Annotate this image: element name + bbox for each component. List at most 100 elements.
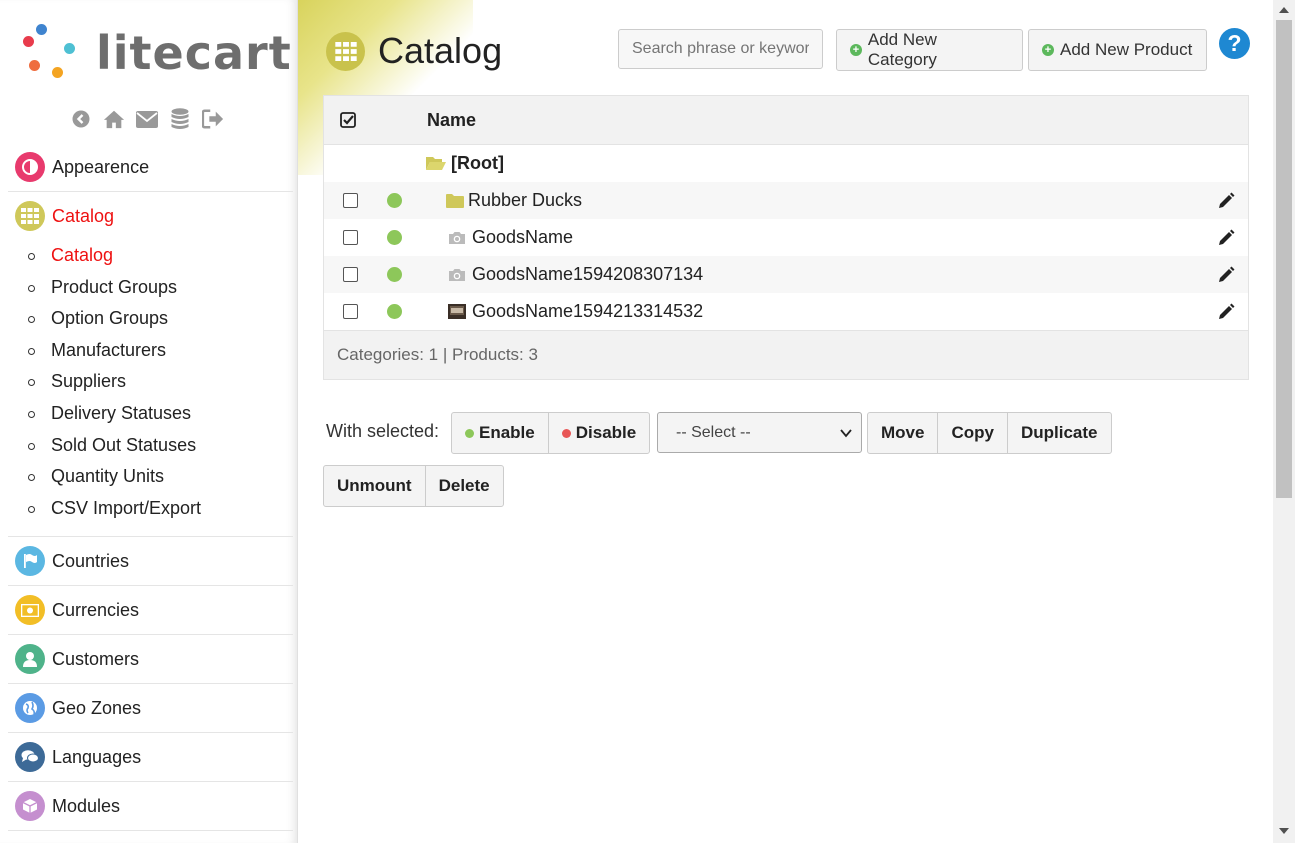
catalog-submenu: Catalog Product Groups Option Groups Man…	[8, 240, 293, 536]
app-catalog-head[interactable]: Catalog	[8, 192, 293, 240]
status-enabled-dot	[387, 304, 402, 319]
table-row[interactable]: GoodsName1594213314532	[324, 293, 1248, 330]
duplicate-button[interactable]: Duplicate	[1008, 413, 1111, 453]
table-row[interactable]: GoodsName	[324, 219, 1248, 256]
camera-icon	[449, 268, 465, 281]
app-label: Geo Zones	[52, 697, 142, 718]
chevron-down-icon	[840, 426, 852, 444]
category-select[interactable]: -- Select --	[657, 412, 862, 453]
disabled-dot-icon	[561, 428, 571, 438]
page-scrollbar[interactable]	[1273, 0, 1295, 843]
page-title: Catalog	[378, 30, 503, 71]
scrollbar-thumb[interactable]	[1276, 20, 1292, 498]
row-checkbox[interactable]	[343, 267, 358, 282]
root-item[interactable]: [Root]	[426, 153, 504, 174]
sidebar-item-csv-import-export[interactable]: CSV Import/Export	[8, 493, 293, 525]
add-new-category-label: Add New Category	[867, 30, 937, 69]
copy-button[interactable]: Copy	[938, 413, 1008, 453]
scroll-up-arrow[interactable]	[1279, 7, 1289, 13]
sidebar-item-manufacturers[interactable]: Manufacturers	[8, 335, 293, 367]
logo-dot	[64, 43, 75, 54]
disable-label: Disable	[575, 423, 637, 442]
flag-icon	[15, 546, 45, 577]
disable-button[interactable]: Disable	[549, 413, 649, 453]
app-countries-head[interactable]: Countries	[8, 537, 293, 585]
move-copy-button-group: Move Copy Duplicate	[867, 412, 1112, 454]
row-checkbox[interactable]	[343, 304, 358, 319]
move-button[interactable]: Move	[868, 413, 939, 453]
table-header: Name	[324, 96, 1248, 145]
app-appearance[interactable]: Appearence	[8, 143, 293, 192]
sidebar-item-catalog[interactable]: Catalog	[8, 240, 293, 272]
root-row[interactable]: [Root]	[324, 145, 1248, 182]
app-modules-head[interactable]: Modules	[8, 782, 293, 830]
root-label: [Root]	[451, 153, 504, 173]
app-appearance-head[interactable]: Appearence	[8, 143, 293, 191]
app-label: Customers	[52, 648, 140, 669]
name-column-header[interactable]: Name	[427, 110, 476, 131]
row-label: Rubber Ducks	[468, 190, 583, 210]
enable-label: Enable	[479, 423, 535, 442]
database-icon[interactable]	[169, 106, 191, 132]
help-icon[interactable]: ?	[1219, 28, 1250, 59]
pencil-icon[interactable]	[1217, 266, 1235, 284]
enabled-dot-icon	[465, 428, 474, 438]
row-name[interactable]: GoodsName	[448, 227, 573, 248]
app-label: Currencies	[52, 599, 140, 620]
sidebar: litecart Appearence Catalog Catalog Prod…	[0, 0, 298, 843]
appearance-icon	[15, 152, 45, 182]
pencil-icon[interactable]	[1217, 192, 1235, 210]
mail-icon[interactable]	[136, 106, 158, 132]
app-catalog[interactable]: Catalog Catalog Product Groups Option Gr…	[8, 192, 293, 538]
comments-icon	[15, 742, 45, 773]
sidebar-item-option-groups[interactable]: Option Groups	[8, 303, 293, 335]
sidebar-item-delivery-statuses[interactable]: Delivery Statuses	[8, 398, 293, 430]
unmount-delete-button-group: Unmount Delete	[323, 465, 504, 507]
pencil-icon[interactable]	[1217, 229, 1235, 247]
row-label: GoodsName1594213314532	[472, 301, 704, 321]
grid-icon	[326, 31, 365, 71]
app-countries[interactable]: Countries	[8, 537, 293, 587]
table-row[interactable]: Rubber Ducks	[324, 182, 1248, 219]
sign-out-icon[interactable]	[202, 106, 224, 132]
app-currencies-head[interactable]: Currencies	[8, 586, 293, 634]
enable-button[interactable]: Enable	[452, 413, 549, 453]
row-label: GoodsName	[472, 227, 574, 247]
scroll-down-arrow[interactable]	[1279, 828, 1289, 834]
litecart-logo[interactable]: litecart	[18, 20, 291, 84]
app-customers-head[interactable]: Customers	[8, 635, 293, 683]
status-button-group: Enable Disable	[451, 412, 651, 454]
row-checkbox[interactable]	[343, 230, 358, 245]
add-new-product-button[interactable]: + Add New Product	[1028, 29, 1207, 71]
status-enabled-dot	[387, 230, 402, 245]
app-geo-zones[interactable]: Geo Zones	[8, 684, 293, 734]
sidebar-item-product-groups[interactable]: Product Groups	[8, 272, 293, 304]
user-icon	[15, 644, 45, 675]
unmount-button[interactable]: Unmount	[324, 466, 426, 506]
sidebar-item-sold-out-statuses[interactable]: Sold Out Statuses	[8, 430, 293, 462]
row-name[interactable]: GoodsName1594213314532	[448, 301, 703, 322]
home-icon[interactable]	[103, 106, 125, 132]
add-new-category-button[interactable]: + Add New Category	[836, 29, 1023, 71]
app-languages[interactable]: Languages	[8, 733, 293, 783]
catalog-table: Name [Root] Rubber Ducks GoodsName Goods…	[323, 95, 1249, 380]
with-selected-label: With selected:	[326, 421, 440, 441]
main-content: Catalog + Add New Category + Add New Pro…	[298, 0, 1273, 843]
app-modules[interactable]: Modules	[8, 782, 293, 832]
row-name[interactable]: GoodsName1594208307134	[448, 264, 703, 285]
check-all-icon[interactable]	[340, 112, 356, 133]
app-languages-head[interactable]: Languages	[8, 733, 293, 781]
app-currencies[interactable]: Currencies	[8, 586, 293, 636]
sidebar-item-suppliers[interactable]: Suppliers	[8, 366, 293, 398]
row-name[interactable]: Rubber Ducks	[446, 190, 582, 211]
app-customers[interactable]: Customers	[8, 635, 293, 685]
plus-circle-icon: +	[850, 44, 862, 56]
search-input[interactable]	[618, 29, 823, 69]
delete-button[interactable]: Delete	[426, 466, 503, 506]
back-icon[interactable]	[70, 106, 92, 132]
table-row[interactable]: GoodsName1594208307134	[324, 256, 1248, 293]
row-checkbox[interactable]	[343, 193, 358, 208]
app-geo-zones-head[interactable]: Geo Zones	[8, 684, 293, 732]
pencil-icon[interactable]	[1217, 303, 1235, 321]
sidebar-item-quantity-units[interactable]: Quantity Units	[8, 461, 293, 493]
